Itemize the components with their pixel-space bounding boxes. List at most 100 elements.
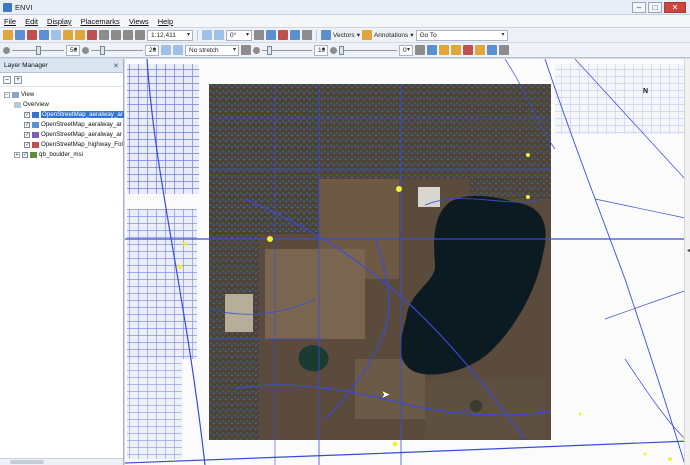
layer-manager-scrollbar[interactable] [0,458,123,465]
region-icon[interactable] [278,30,288,40]
brightness-slider[interactable] [12,45,64,56]
scrollbar-thumb[interactable] [10,460,44,464]
close-panel-icon[interactable]: ✕ [113,62,119,70]
slider-thumb[interactable] [267,45,272,55]
transparency-icon [330,46,337,54]
maximize-button[interactable]: □ [648,2,662,13]
layer-visibility-checkbox[interactable]: ✓ [24,131,30,138]
tree-root[interactable]: − View [4,90,34,99]
more-icon[interactable] [499,45,509,55]
data-manager-icon[interactable] [15,30,25,40]
map-view[interactable]: N ➤ ◂ [125,59,690,465]
close-button[interactable]: ✕ [664,2,686,13]
menu-help[interactable]: Help [158,17,173,26]
fixed-zoom-out-icon[interactable] [135,30,145,40]
scale-combo[interactable]: 1:12,411 [147,29,193,41]
chip-icon[interactable] [290,30,300,40]
menu-placemarks[interactable]: Placemarks [81,17,120,26]
sharpen-value[interactable]: 10 [314,44,328,56]
vector-layer-icon [32,141,39,148]
layer-item[interactable]: ✓ OpenStreetMap_aeralway_ar [24,110,124,119]
layer-item[interactable]: + ✓ qb_boulder_msi [14,150,83,159]
slider-thumb[interactable] [339,45,344,55]
layer-item[interactable]: ✓ OpenStreetMap_aeralway_ar [24,130,122,139]
portal-icon[interactable] [439,45,449,55]
rotate-right-icon[interactable] [214,30,224,40]
layer-item[interactable]: ✓ OpenStreetMap_aeralway_ar [24,120,122,129]
contrast-slider[interactable] [91,45,143,56]
sharpen-icon [253,46,260,54]
layer-item[interactable]: ✓ OpenStreetMap_highway_Fol [24,140,123,149]
swipe-icon[interactable] [451,45,461,55]
mouse-cursor: ➤ [381,389,391,401]
minimize-button[interactable]: – [632,2,646,13]
layer-visibility-checkbox[interactable]: ✓ [24,141,30,148]
layer-label: qb_boulder_msi [39,151,84,158]
layers-icon[interactable] [427,45,437,55]
menu-views[interactable]: Views [129,17,149,26]
vector-layer-icon [32,121,39,128]
collapse-all-icon[interactable]: – [3,75,11,84]
map-canvas[interactable] [125,59,690,465]
brightness-value[interactable]: 50 [66,44,80,56]
sharpen-slider[interactable] [262,45,312,56]
rotation-combo[interactable]: 0° [226,29,252,41]
layer-visibility-checkbox[interactable]: ✓ [24,111,30,118]
vectors-icon[interactable] [321,30,331,40]
menu-display[interactable]: Display [47,17,72,26]
collapse-toggle[interactable]: − [4,91,10,98]
camera-icon[interactable] [302,30,312,40]
zoom-out-icon[interactable] [111,30,121,40]
layer-manager-title: Layer Manager [4,62,48,69]
transparency-slider[interactable] [339,45,397,56]
blend-icon[interactable] [475,45,485,55]
histogram-icon[interactable] [173,45,183,55]
refresh-icon[interactable] [241,45,251,55]
select-icon[interactable] [254,30,264,40]
cursor-value-icon[interactable] [51,30,61,40]
raster-layer-icon [30,151,37,158]
slider-thumb[interactable] [100,45,105,55]
menu-file[interactable]: File [4,17,16,26]
placemark-icon[interactable] [27,30,37,40]
annotations-dropdown-arrow[interactable]: ▾ [410,31,413,39]
expand-toggle[interactable]: + [14,151,20,158]
tree-item-overview[interactable]: Overview [14,100,49,109]
contrast-icon [82,46,89,54]
layer-manager-tools: – + [0,73,123,87]
rotate-left-icon[interactable] [202,30,212,40]
crosshair-icon[interactable] [266,30,276,40]
annotations-menu[interactable]: Annotations [374,32,408,39]
flicker-icon[interactable] [463,45,473,55]
north-arrow: N [643,88,649,95]
overview-icon [14,101,21,108]
zoom-in-icon[interactable] [99,30,109,40]
vectors-menu[interactable]: Vectors [333,32,355,39]
reset-icon[interactable] [415,45,425,55]
transparency-value[interactable]: 0 [399,44,413,56]
view-right-edge[interactable]: ◂ [684,59,690,465]
fly-icon[interactable] [75,30,85,40]
contrast-value[interactable]: 20 [145,44,159,56]
layer-manager-panel: Layer Manager ✕ – + − View Overview ✓ Op… [0,59,124,465]
layer-visibility-checkbox[interactable]: ✓ [24,121,30,128]
slider-thumb[interactable] [36,45,41,55]
brightness-icon [3,46,10,54]
fixed-zoom-in-icon[interactable] [123,30,133,40]
stretch-combo[interactable]: No stretch [185,44,239,56]
layer-visibility-checkbox[interactable]: ✓ [22,151,28,158]
vectors-dropdown-arrow[interactable]: ▾ [357,31,360,39]
menu-edit[interactable]: Edit [25,17,38,26]
window-title: ENVI [15,3,33,12]
enhancement-toolbar: 50 20 No stretch 10 0 [0,43,690,58]
goto-combo[interactable]: Go To [415,29,508,41]
expand-all-icon[interactable]: + [14,75,22,84]
pan-icon[interactable] [63,30,73,40]
chart-icon[interactable] [487,45,497,55]
stretch-icon[interactable] [161,45,171,55]
print-icon[interactable] [39,30,49,40]
layer-label: OpenStreetMap_aeralway_ar [41,111,124,118]
rotate-icon[interactable] [87,30,97,40]
open-file-icon[interactable] [3,30,13,40]
annotations-icon[interactable] [361,30,372,40]
